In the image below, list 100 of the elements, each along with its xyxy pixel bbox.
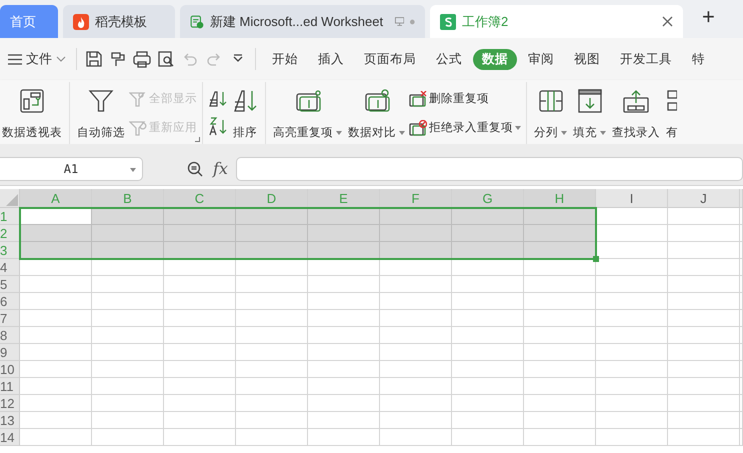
cell[interactable]: [668, 412, 740, 429]
cell[interactable]: [452, 361, 524, 378]
cell[interactable]: [20, 225, 92, 242]
cell[interactable]: [236, 378, 308, 395]
ribbon-tab[interactable]: 特: [683, 48, 714, 70]
cell[interactable]: [308, 378, 380, 395]
cell[interactable]: [164, 344, 236, 361]
row-header[interactable]: 9: [0, 344, 20, 361]
ribbon-tab[interactable]: 公式: [427, 48, 471, 70]
new-tab-button[interactable]: +: [688, 4, 727, 34]
cell[interactable]: [164, 276, 236, 293]
cell[interactable]: [20, 361, 92, 378]
cell[interactable]: [596, 242, 668, 259]
sort-ascending-icon[interactable]: [208, 90, 228, 108]
cell[interactable]: [92, 242, 164, 259]
ribbon-tab[interactable]: 插入: [309, 48, 353, 70]
document-tab[interactable]: 稻壳模板: [63, 5, 175, 38]
cell[interactable]: [596, 429, 668, 446]
row-header[interactable]: 13: [0, 412, 20, 429]
cell[interactable]: [236, 276, 308, 293]
cell[interactable]: [20, 429, 92, 446]
cell[interactable]: [668, 259, 740, 276]
cell[interactable]: [452, 293, 524, 310]
ribbon-button[interactable]: 排序: [230, 82, 260, 144]
cell[interactable]: [20, 344, 92, 361]
ribbon-tab[interactable]: 视图: [565, 48, 609, 70]
document-tab[interactable]: 首页: [0, 5, 58, 38]
cell[interactable]: [524, 259, 596, 276]
cell[interactable]: [380, 412, 452, 429]
cell[interactable]: [236, 293, 308, 310]
cell[interactable]: [596, 412, 668, 429]
zoom-icon[interactable]: [187, 160, 203, 176]
cell[interactable]: [380, 242, 452, 259]
cell[interactable]: [236, 208, 308, 225]
sort-descending-icon[interactable]: [208, 116, 228, 136]
cell[interactable]: [524, 293, 596, 310]
cell[interactable]: [524, 361, 596, 378]
print-icon[interactable]: [133, 50, 151, 68]
cell[interactable]: [452, 344, 524, 361]
ribbon-button[interactable]: 高亮重复项: [271, 82, 344, 144]
cell[interactable]: [596, 208, 668, 225]
cell[interactable]: [452, 327, 524, 344]
cell[interactable]: [308, 310, 380, 327]
cell[interactable]: [92, 378, 164, 395]
cell[interactable]: [668, 378, 740, 395]
cell[interactable]: [92, 395, 164, 412]
cell[interactable]: [524, 327, 596, 344]
cell[interactable]: [596, 361, 668, 378]
cell[interactable]: [524, 276, 596, 293]
ribbon-button[interactable]: 填充: [571, 82, 608, 144]
row-header[interactable]: 8: [0, 327, 20, 344]
cell[interactable]: [236, 242, 308, 259]
cell[interactable]: [92, 276, 164, 293]
close-icon[interactable]: [662, 16, 673, 27]
cell[interactable]: [524, 242, 596, 259]
cell[interactable]: [308, 208, 380, 225]
cell[interactable]: [236, 429, 308, 446]
cell[interactable]: [668, 208, 740, 225]
cell[interactable]: [20, 327, 92, 344]
column-header[interactable]: J: [668, 189, 740, 208]
cell[interactable]: [92, 327, 164, 344]
cell[interactable]: [668, 395, 740, 412]
ribbon-button[interactable]: 数据透视表: [0, 82, 64, 144]
cell[interactable]: [308, 361, 380, 378]
cell[interactable]: [596, 395, 668, 412]
cell[interactable]: [596, 293, 668, 310]
cell[interactable]: [452, 259, 524, 276]
document-tab[interactable]: 新建 Microsoft...ed Worksheet: [180, 5, 425, 38]
cell[interactable]: [380, 208, 452, 225]
row-header[interactable]: 14: [0, 429, 20, 446]
fill-handle[interactable]: [593, 256, 599, 262]
active-cell[interactable]: [20, 208, 92, 225]
select-all-icon[interactable]: [6, 194, 18, 206]
cell[interactable]: [380, 259, 452, 276]
cell[interactable]: [236, 395, 308, 412]
cell[interactable]: [236, 344, 308, 361]
cell[interactable]: [380, 429, 452, 446]
ribbon-tab[interactable]: 开始: [263, 48, 307, 70]
cell[interactable]: [524, 208, 596, 225]
ribbon-button[interactable]: 分列: [532, 82, 569, 144]
cell[interactable]: [668, 242, 740, 259]
row-header[interactable]: 4: [0, 259, 20, 276]
cell[interactable]: [668, 225, 740, 242]
cell[interactable]: [668, 429, 740, 446]
column-header[interactable]: I: [596, 189, 668, 208]
cell[interactable]: [92, 310, 164, 327]
row-header[interactable]: 7: [0, 310, 20, 327]
cell[interactable]: [92, 208, 164, 225]
cell[interactable]: [308, 395, 380, 412]
format-painter-icon[interactable]: [109, 50, 127, 68]
cell[interactable]: [452, 412, 524, 429]
cell[interactable]: [20, 242, 92, 259]
cell[interactable]: [308, 242, 380, 259]
cell[interactable]: [380, 395, 452, 412]
cell[interactable]: [380, 361, 452, 378]
file-menu[interactable]: 文件: [4, 50, 70, 68]
launcher-icon[interactable]: [195, 137, 200, 142]
cell[interactable]: [20, 378, 92, 395]
cell[interactable]: [668, 344, 740, 361]
cell[interactable]: [164, 310, 236, 327]
